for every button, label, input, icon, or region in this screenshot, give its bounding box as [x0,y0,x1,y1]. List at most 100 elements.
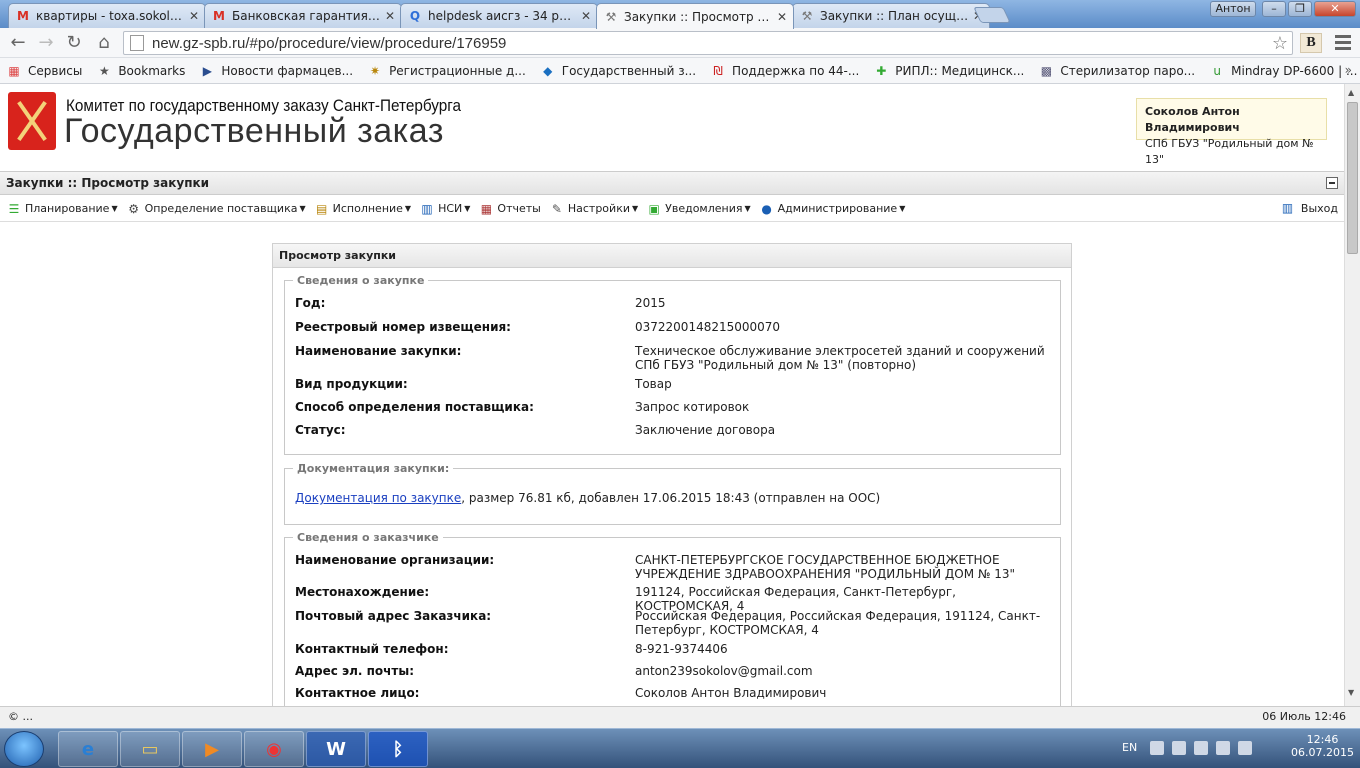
section-documentation: Документация закупки: Документация по за… [284,462,1061,525]
hammer-icon: ⚒ [801,9,813,23]
field-value: Товар [635,377,672,391]
menu-item-6[interactable]: ✎ Настройки ▼ [549,201,638,216]
bookmark-item[interactable]: ✚ РИПЛ:: Медицинск... [873,63,1024,79]
dropdown-caret-icon: ▼ [744,204,751,213]
menu-item-3[interactable]: ▤ Исполнение ▼ [314,201,411,216]
documentation-info: , размер 76.81 кб, добавлен 17.06.2015 1… [461,491,881,505]
bookmark-item[interactable]: ▶ Новости фармацев... [199,63,353,79]
close-tab-icon[interactable]: ✕ [385,9,395,23]
new-tab-button[interactable] [973,7,1011,23]
bookmark-favicon-icon: ▩ [1040,63,1053,78]
bookmark-favicon-icon: ▶ [202,63,212,78]
tab-2[interactable]: M Банковская гарантия - аг ✕ [204,3,402,28]
field-value: anton239sokolov@gmail.com [635,664,813,678]
menu-item-label: Планирование [25,202,110,215]
system-tray [1150,741,1252,755]
section-customer-info: Сведения о заказчике Наименование органи… [284,531,1061,706]
menu-item-5[interactable]: ▦ Отчеты [478,201,541,216]
media-player-icon[interactable]: ▶ [182,731,242,767]
user-org: СПб ГБУЗ "Родильный дом № 13" [1145,137,1314,166]
bookmark-item[interactable]: u Mindray DP-6600 | ... [1209,63,1357,79]
bookmarks-bar: ▦ Сервисы ★ Bookmarks ▶ Новости фармацев... ✷ Р… [0,58,1360,84]
url-text[interactable]: new.gz-spb.ru/#po/procedure/view/procedu… [152,35,506,52]
menu-item-7[interactable]: ▣ Уведомления ▼ [646,201,751,216]
dropdown-caret-icon: ▼ [899,204,906,213]
bookmark-item[interactable]: ▦ Сервисы [6,63,82,79]
address-bar[interactable]: new.gz-spb.ru/#po/procedure/view/procedu… [123,31,1293,55]
close-tab-icon[interactable]: ✕ [189,9,199,23]
word-icon[interactable]: W [306,731,366,767]
forward-icon[interactable]: → [34,31,58,55]
clock[interactable]: 12:46 06.07.2015 [1291,733,1354,759]
field-label: Контактный телефон: [295,642,449,656]
menu-item-4[interactable]: ▥ НСИ ▼ [419,201,470,216]
section-procurement-info: Сведения о закупке Год: 2015 Реестровый но… [284,274,1061,455]
menu-item-label: Отчеты [497,202,541,215]
procurement-view-form: Просмотр закупки Сведения о закупке Год:… [272,243,1072,706]
network-icon[interactable] [1216,741,1230,755]
documentation-link[interactable]: Документация по закупке [295,491,461,505]
bookmark-item[interactable]: ◆ Государственный з... [540,63,696,79]
logout-button[interactable]: ▥ Выход [1282,201,1338,216]
tab-title: Закупки :: План осущесте [820,9,969,23]
chrome-icon[interactable]: ◉ [244,731,304,767]
bookmark-item[interactable]: ₪ Поддержка по 44-... [710,63,859,79]
scrollbar-thumb[interactable] [1347,102,1358,254]
close-window-button[interactable]: ✕ [1314,1,1356,17]
tab-5[interactable]: ⚒Закупки :: План осущесте✕ [792,3,990,28]
usb-icon[interactable] [1194,741,1208,755]
bookmark-item[interactable]: ▩ Стерилизатор паро... [1038,63,1195,79]
reload-icon[interactable]: ↻ [62,31,86,55]
collapse-icon[interactable] [1326,177,1338,189]
close-tab-icon[interactable]: ✕ [581,9,591,23]
field-value: Запрос котировок [635,400,750,414]
bookmark-favicon-icon: ◆ [543,63,553,78]
user-name: Соколов Антон Владимирович [1145,105,1240,134]
volume-icon[interactable] [1238,741,1252,755]
tab-title: Банковская гарантия - аг [232,9,381,23]
more-bookmarks-button[interactable]: » [1345,63,1352,77]
dropdown-caret-icon: ▼ [631,204,639,213]
browser-toolbar: ← → ↻ ⌂ new.gz-spb.ru/#po/procedure/view… [0,28,1360,58]
bookmark-item[interactable]: ✷ Регистрационные д... [367,63,526,79]
field-label: Наименование закупки: [295,344,462,358]
tab-3[interactable]: Qhelpdesk аисгз - 34 резул ✕ [400,3,598,28]
menu-item-icon: ● [761,201,772,216]
profile-button[interactable]: Антон [1210,1,1256,17]
gmail-icon: M [213,9,225,23]
close-tab-icon[interactable]: ✕ [777,10,787,24]
bookmark-item[interactable]: ★ Bookmarks [96,63,185,79]
menu-item-1[interactable]: ☰ Планирование ▼ [6,201,118,216]
maximize-button[interactable]: ❐ [1288,1,1312,17]
status-bar: © ... 06 Июль 12:46 [0,706,1360,728]
ie-icon[interactable]: e [58,731,118,767]
bookmark-label: РИПЛ:: Медицинск... [895,63,1025,78]
logout-icon: ▥ [1281,201,1294,215]
menu-item-label: Уведомления [665,202,743,215]
menu-item-2[interactable]: ⚙ Определение поставщика ▼ [126,201,305,216]
scroll-up-icon[interactable]: ▲ [1348,88,1354,97]
extension-icon[interactable]: B [1300,33,1322,53]
back-icon[interactable]: ← [6,31,30,55]
field-label: Адрес эл. почты: [295,664,415,678]
field-value: Соколов Антон Владимирович [635,686,827,700]
page-scrollbar[interactable]: ▲ ▼ [1344,84,1360,706]
home-icon[interactable]: ⌂ [92,31,116,55]
field-label: Вид продукции: [295,377,408,391]
language-indicator[interactable]: EN [1122,741,1137,754]
tab-4[interactable]: ⚒ Закупки :: Просмотр заку ✕ [596,3,794,29]
minimize-button[interactable]: – [1262,1,1286,17]
bookmark-star-icon[interactable]: ☆ [1272,33,1288,54]
start-button[interactable] [4,731,44,767]
scroll-down-icon[interactable]: ▼ [1348,688,1354,697]
bluetooth-icon[interactable]: ᛒ [368,731,428,767]
tray-arrow-icon[interactable] [1150,741,1164,755]
menu-item-8[interactable]: ● Администрирование ▼ [759,201,906,216]
tab-1[interactable]: Mквартиры - toxa.sokolov@ ✕ [8,3,206,28]
field-label: Способ определения поставщика: [295,400,534,414]
menu-icon[interactable] [1335,35,1351,51]
menu-item-icon: ☰ [8,201,20,216]
flag-icon[interactable] [1172,741,1186,755]
explorer-icon[interactable]: ▭ [120,731,180,767]
clock-date: 06.07.2015 [1291,746,1354,759]
